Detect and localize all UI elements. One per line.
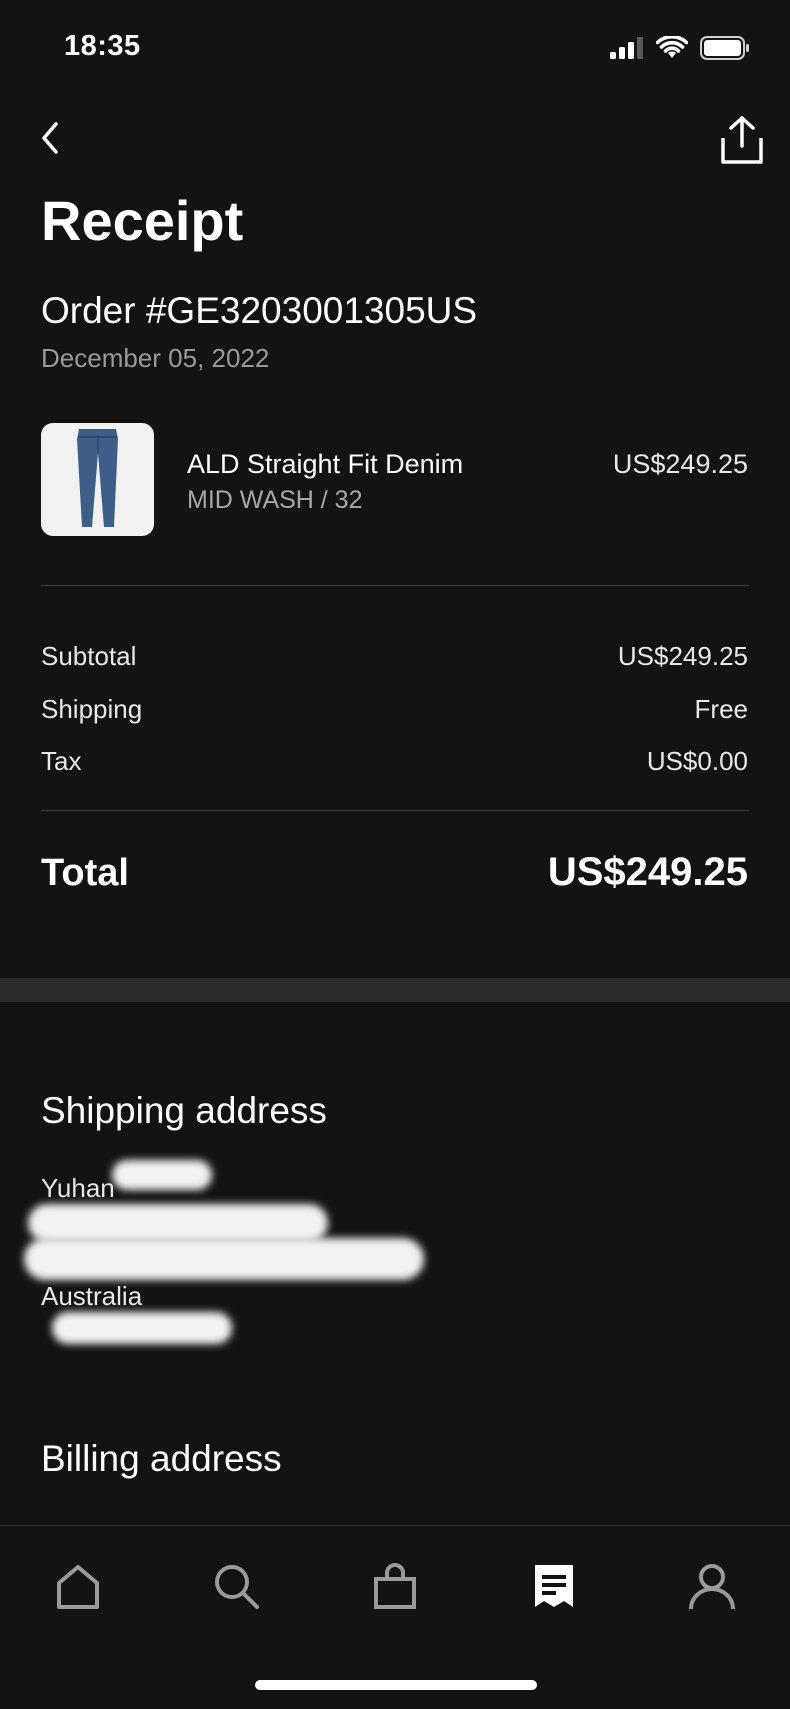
shipping-label: Shipping — [41, 694, 143, 724]
product-thumbnail[interactable] — [41, 423, 154, 536]
search-icon — [215, 1565, 259, 1609]
order-number: Order #GE3203001305US — [41, 290, 478, 331]
home-indicator[interactable] — [255, 1680, 537, 1690]
total-value: US$249.25 — [547, 850, 748, 894]
product-variant: MID WASH / 32 — [187, 486, 363, 514]
section-separator — [0, 978, 790, 1002]
status-icons — [610, 36, 750, 60]
tax-label: Tax — [41, 746, 82, 776]
page-title: Receipt — [41, 189, 244, 252]
tab-home[interactable] — [48, 1556, 108, 1616]
tab-search[interactable] — [206, 1556, 266, 1616]
product-price: US$249.25 — [612, 449, 748, 479]
tab-profile[interactable] — [682, 1556, 742, 1616]
shipping-address-heading: Shipping address — [41, 1090, 327, 1131]
share-icon[interactable] — [718, 114, 766, 166]
shipping-value: Free — [694, 694, 748, 724]
order-date: December 05, 2022 — [41, 343, 270, 373]
billing-address-heading: Billing address — [41, 1438, 282, 1479]
profile-icon — [689, 1564, 735, 1610]
subtotal-value: US$249.25 — [617, 641, 748, 671]
tax-value: US$0.00 — [646, 746, 748, 776]
product-name: ALD Straight Fit Denim — [187, 449, 464, 479]
battery-icon — [700, 36, 749, 60]
bag-icon — [374, 1563, 416, 1609]
cellular-signal-icon — [610, 37, 643, 59]
status-time: 18:35 — [64, 30, 141, 62]
home-icon — [57, 1565, 99, 1609]
divider — [41, 585, 749, 586]
back-arrow-icon[interactable] — [36, 118, 66, 158]
tab-bag[interactable] — [365, 1556, 425, 1616]
subtotal-label: Subtotal — [41, 641, 137, 671]
wifi-icon — [656, 36, 688, 58]
address-line: Australia — [41, 1281, 143, 1311]
receipt-icon — [535, 1565, 573, 1607]
jeans-image — [77, 429, 118, 527]
divider — [41, 810, 749, 811]
total-label: Total — [41, 852, 129, 894]
tab-orders[interactable] — [524, 1556, 584, 1616]
